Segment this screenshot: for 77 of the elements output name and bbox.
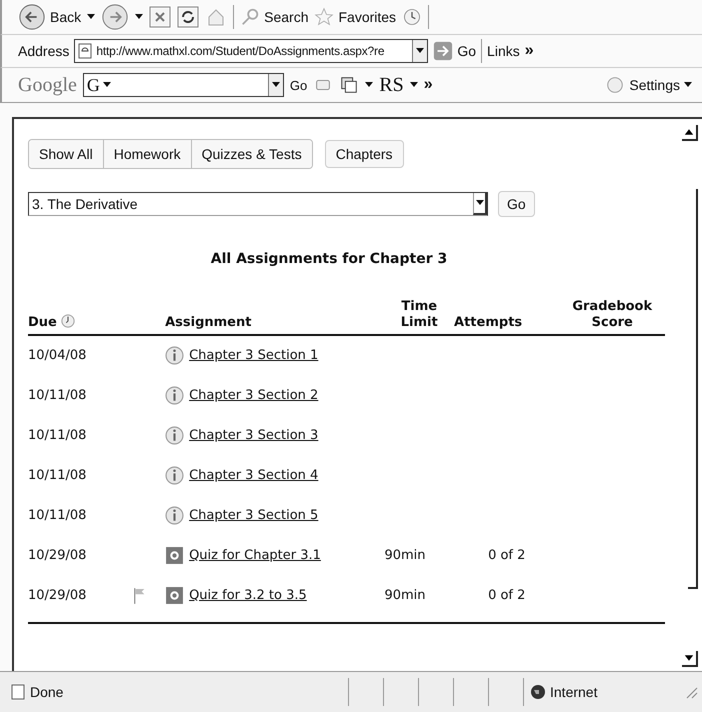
refresh-icon[interactable] — [177, 6, 200, 28]
due-date: 10/11/08 — [28, 468, 86, 483]
circle-icon — [605, 75, 626, 95]
search-icon — [240, 7, 260, 27]
more-button[interactable]: » — [524, 42, 534, 60]
go-button[interactable]: Go — [433, 41, 476, 61]
caret-icon[interactable] — [87, 14, 96, 20]
time-limit: 90min — [384, 588, 426, 603]
time-limit: 90min — [384, 548, 426, 563]
info-icon — [165, 506, 184, 525]
assignment-link[interactable]: Quiz for Chapter 3.1 — [189, 548, 321, 563]
caret-icon[interactable] — [476, 200, 484, 206]
chapter-heading: All Assignments for Chapter 3 — [210, 251, 448, 267]
flag-icon — [133, 586, 148, 604]
info-icon — [165, 386, 184, 405]
history-icon[interactable] — [402, 7, 422, 27]
due-date: 10/29/08 — [28, 548, 86, 563]
due-date: 10/11/08 — [28, 388, 86, 403]
filter-tab[interactable]: Homework — [104, 140, 192, 168]
info-icon — [165, 426, 184, 445]
quiz-icon — [165, 546, 184, 565]
google-logo: Google — [18, 74, 77, 96]
assignment-link[interactable]: Chapter 3 Section 3 — [189, 428, 318, 443]
assignment-link[interactable]: Chapter 3 Section 4 — [189, 468, 318, 483]
caret-icon[interactable] — [416, 48, 424, 54]
info-icon — [165, 346, 184, 365]
scroll-up-button[interactable] — [682, 125, 698, 141]
security-zone: Internet — [523, 678, 680, 706]
chapter-select[interactable]: 3. The Derivative — [28, 192, 488, 216]
scroll-thumb[interactable] — [688, 189, 698, 589]
column-header: Gradebook Score — [572, 299, 652, 330]
page-icon — [77, 43, 94, 59]
column-header: Due — [28, 315, 57, 330]
assignment-link[interactable]: Chapter 3 Section 1 — [189, 348, 318, 363]
quiz-icon — [165, 586, 184, 605]
resize-grip-icon — [684, 685, 698, 699]
column-header: Time Limit — [400, 299, 438, 330]
scroll-down-button[interactable] — [682, 651, 698, 667]
favorites-button[interactable]: Favorites — [314, 7, 396, 27]
page-icon — [10, 684, 26, 700]
filter-tab[interactable]: Show All — [29, 140, 104, 168]
column-header: Assignment — [165, 315, 252, 330]
rs-button[interactable]: RS — [379, 74, 404, 96]
due-date: 10/11/08 — [28, 428, 86, 443]
chapters-button[interactable]: Chapters — [324, 140, 404, 168]
search-field[interactable]: G — [82, 73, 284, 97]
caret-icon[interactable] — [365, 82, 374, 88]
star-icon — [314, 7, 334, 27]
attempts-count: 0 of 2 — [488, 588, 526, 603]
assignment-link[interactable]: Chapter 3 Section 2 — [189, 388, 318, 403]
more-button[interactable]: » — [424, 76, 433, 94]
links-button[interactable]: Links — [487, 43, 520, 59]
due-date: 10/29/08 — [28, 588, 86, 603]
settings-button[interactable]: Settings — [605, 75, 692, 95]
caret-icon[interactable] — [410, 82, 418, 88]
globe-icon — [530, 684, 546, 700]
column-header: Attempts — [454, 315, 522, 330]
back-button[interactable]: Back — [18, 3, 82, 31]
assignment-link[interactable]: Chapter 3 Section 5 — [189, 508, 318, 523]
due-date: 10/04/08 — [28, 348, 86, 363]
caret-icon[interactable] — [684, 82, 692, 88]
address-field[interactable]: http://www.mathxl.com/Student/DoAssignments.aspx?re — [74, 39, 428, 63]
filter-tab[interactable]: Quizzes & Tests — [192, 140, 312, 168]
assignment-link[interactable]: Quiz for 3.2 to 3.5 — [189, 588, 307, 603]
go-button[interactable]: Go — [498, 191, 535, 217]
caret-icon[interactable] — [272, 82, 280, 88]
attempts-count: 0 of 2 — [488, 548, 526, 563]
clock-icon — [61, 314, 76, 328]
go-button[interactable]: Go — [290, 78, 308, 92]
status-text: Done — [10, 684, 64, 700]
stop-icon[interactable] — [149, 6, 172, 28]
info-icon — [165, 466, 184, 485]
caret-icon[interactable] — [135, 14, 144, 20]
search-button[interactable]: Search — [240, 7, 308, 27]
address-label: Address — [18, 43, 70, 59]
due-date: 10/11/08 — [28, 508, 86, 523]
caret-icon[interactable] — [102, 82, 111, 88]
